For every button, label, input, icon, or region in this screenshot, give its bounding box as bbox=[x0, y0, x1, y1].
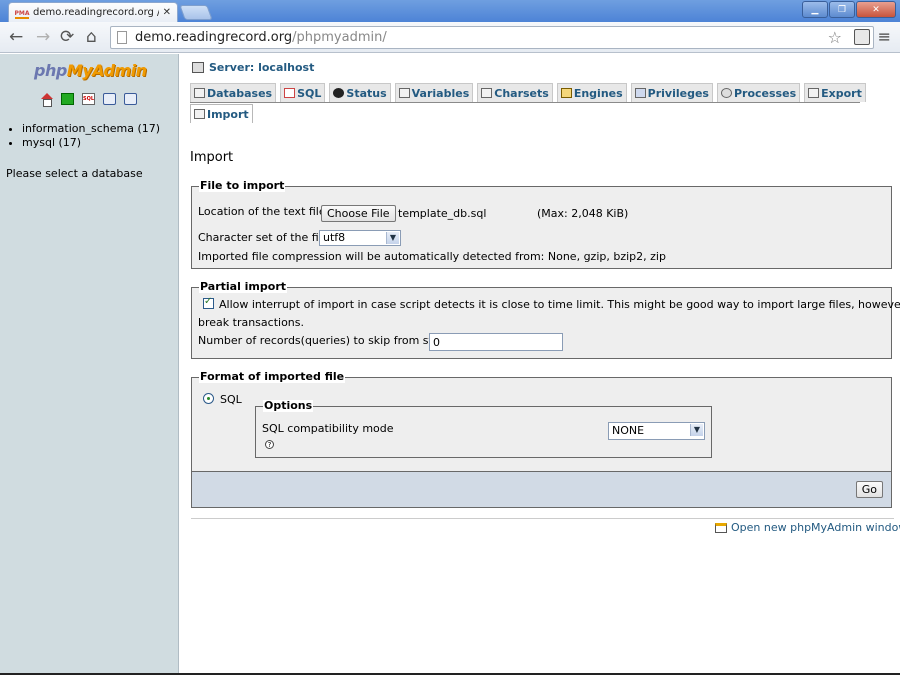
database-list: information_schema (17) mysql (17) bbox=[8, 122, 160, 150]
pma-favicon-icon: PMA bbox=[15, 7, 30, 19]
navigation-frame: phpMyAdmin SQL information_schema (17) m… bbox=[0, 54, 179, 673]
address-bar[interactable]: demo.readingrecord.org/phpmyadmin/ bbox=[110, 26, 874, 49]
window-controls: ▁ ❐ ✕ bbox=[802, 1, 896, 18]
allow-interrupt-checkbox[interactable] bbox=[203, 296, 214, 309]
file-to-import-legend: File to import bbox=[199, 179, 286, 192]
tab-title: demo.readingrecord.org / lo bbox=[33, 7, 159, 18]
compression-note: Imported file compression will be automa… bbox=[198, 250, 666, 263]
maximize-icon[interactable]: ❐ bbox=[829, 1, 855, 18]
file-to-import-fieldset: File to import Location of the text file… bbox=[191, 180, 892, 269]
go-button[interactable]: Go bbox=[855, 481, 883, 498]
nav-icon-row: SQL bbox=[40, 93, 137, 107]
charset-label: Character set of the file: bbox=[198, 231, 333, 244]
allow-interrupt-label: Allow interrupt of import in case script… bbox=[219, 298, 900, 311]
page-title: Import bbox=[190, 150, 234, 165]
privileges-icon bbox=[634, 88, 646, 98]
skip-records-label: Number of records(queries) to skip from … bbox=[198, 334, 449, 347]
chevron-down-icon: ▼ bbox=[386, 232, 399, 244]
partial-import-fieldset: Partial import Allow interrupt of import… bbox=[191, 281, 900, 359]
allow-interrupt-label-cont: break transactions. bbox=[198, 316, 305, 329]
close-window-icon[interactable]: ✕ bbox=[856, 1, 896, 18]
engines-icon bbox=[560, 88, 572, 98]
window-titlebar: PMA demo.readingrecord.org / lo ✕ ▁ ❐ ✕ bbox=[0, 0, 900, 22]
databases-icon bbox=[194, 88, 205, 98]
page-icon bbox=[117, 31, 127, 44]
database-item[interactable]: information_schema (17) bbox=[22, 122, 160, 136]
back-arrow-icon[interactable]: ← bbox=[9, 27, 23, 47]
charset-value: utf8 bbox=[323, 231, 346, 244]
max-size-note: (Max: 2,048 KiB) bbox=[537, 207, 629, 220]
format-legend: Format of imported file bbox=[199, 370, 346, 383]
open-new-window-label: Open new phpMyAdmin window bbox=[731, 521, 900, 534]
server-breadcrumb[interactable]: Server: localhost bbox=[192, 61, 314, 74]
tab-import[interactable]: Import bbox=[190, 104, 253, 123]
processes-icon bbox=[720, 88, 732, 98]
documentation-icon[interactable] bbox=[103, 93, 116, 105]
url-host: demo.readingrecord.org bbox=[135, 30, 293, 45]
phpmyadmin-logo[interactable]: phpMyAdmin bbox=[34, 61, 147, 80]
open-new-window-link[interactable]: Open new phpMyAdmin window bbox=[715, 521, 900, 534]
menu-icon[interactable]: ≡ bbox=[878, 27, 891, 46]
tab-status[interactable]: Status bbox=[329, 83, 391, 102]
tab-processes[interactable]: Processes bbox=[716, 83, 801, 102]
compat-mode-label: SQL compatibility mode bbox=[262, 422, 394, 435]
sql-format-label: SQL bbox=[220, 393, 242, 406]
import-icon bbox=[194, 109, 205, 119]
tab-variables[interactable]: Variables bbox=[394, 83, 474, 102]
tab-engines[interactable]: Engines bbox=[556, 83, 627, 102]
sql-format-option[interactable]: SQL bbox=[203, 393, 242, 406]
browser-tab[interactable]: PMA demo.readingrecord.org / lo ✕ bbox=[8, 2, 178, 22]
new-window-icon bbox=[715, 522, 727, 533]
sql-docs-icon[interactable] bbox=[124, 93, 137, 105]
location-label: Location of the text file bbox=[198, 205, 326, 218]
tab-export[interactable]: Export bbox=[804, 83, 866, 102]
status-icon bbox=[333, 88, 345, 98]
form-footer: Go bbox=[191, 472, 892, 508]
browser-toolbar: ← → ⟳ ⌂ demo.readingrecord.org/phpmyadmi… bbox=[0, 22, 900, 53]
options-legend: Options bbox=[263, 399, 314, 412]
variables-icon bbox=[398, 88, 410, 98]
tab-row-1: Databases SQL Status Variables Charsets … bbox=[190, 83, 866, 103]
select-database-hint: Please select a database bbox=[6, 167, 143, 180]
tab-sql[interactable]: SQL bbox=[280, 83, 326, 102]
allow-interrupt-row: Allow interrupt of import in case script… bbox=[203, 296, 900, 311]
top-tabs: Databases SQL Status Variables Charsets … bbox=[190, 83, 866, 123]
home-icon[interactable] bbox=[40, 93, 53, 107]
url-path: /phpmyadmin/ bbox=[292, 30, 387, 45]
selected-file-name: template_db.sql bbox=[398, 207, 487, 220]
charset-select[interactable]: utf8 ▼ bbox=[319, 230, 401, 246]
chevron-down-icon: ▼ bbox=[690, 424, 703, 436]
tab-privileges[interactable]: Privileges bbox=[630, 83, 713, 102]
sql-format-radio[interactable] bbox=[203, 393, 214, 404]
choose-file-button[interactable]: Choose File bbox=[321, 205, 396, 222]
tab-charsets[interactable]: Charsets bbox=[477, 83, 553, 102]
database-item[interactable]: mysql (17) bbox=[22, 136, 160, 150]
help-icon[interactable]: ? bbox=[265, 440, 274, 449]
export-icon bbox=[808, 88, 820, 98]
options-fieldset: Options SQL compatibility mode NONE ▼ ? bbox=[255, 400, 712, 458]
new-tab-button[interactable] bbox=[179, 5, 213, 20]
tab-row-2: Import bbox=[190, 103, 258, 123]
divider bbox=[191, 518, 894, 519]
tab-databases[interactable]: Databases bbox=[190, 83, 277, 102]
close-tab-icon[interactable]: ✕ bbox=[163, 7, 171, 18]
main-frame: Server: localhost Databases SQL Status V… bbox=[180, 54, 900, 673]
partial-import-legend: Partial import bbox=[199, 280, 288, 293]
forward-arrow-icon[interactable]: → bbox=[36, 27, 50, 47]
compat-mode-select[interactable]: NONE ▼ bbox=[608, 422, 705, 440]
skip-records-input[interactable]: 0 bbox=[429, 333, 563, 351]
sql-icon bbox=[284, 88, 296, 98]
query-window-icon[interactable]: SQL bbox=[82, 93, 95, 105]
log-out-icon[interactable] bbox=[61, 93, 74, 105]
minimize-icon[interactable]: ▁ bbox=[802, 1, 828, 18]
format-fieldset: Format of imported file SQL Options SQL … bbox=[191, 371, 892, 472]
charsets-icon bbox=[481, 88, 493, 98]
home-icon[interactable]: ⌂ bbox=[86, 27, 97, 47]
server-label: Server: localhost bbox=[209, 61, 315, 74]
bookmark-star-icon[interactable]: ☆ bbox=[828, 28, 842, 47]
compat-mode-value: NONE bbox=[612, 424, 645, 437]
server-icon bbox=[192, 62, 204, 73]
extension-icon[interactable] bbox=[854, 29, 870, 45]
reload-icon[interactable]: ⟳ bbox=[60, 27, 74, 47]
